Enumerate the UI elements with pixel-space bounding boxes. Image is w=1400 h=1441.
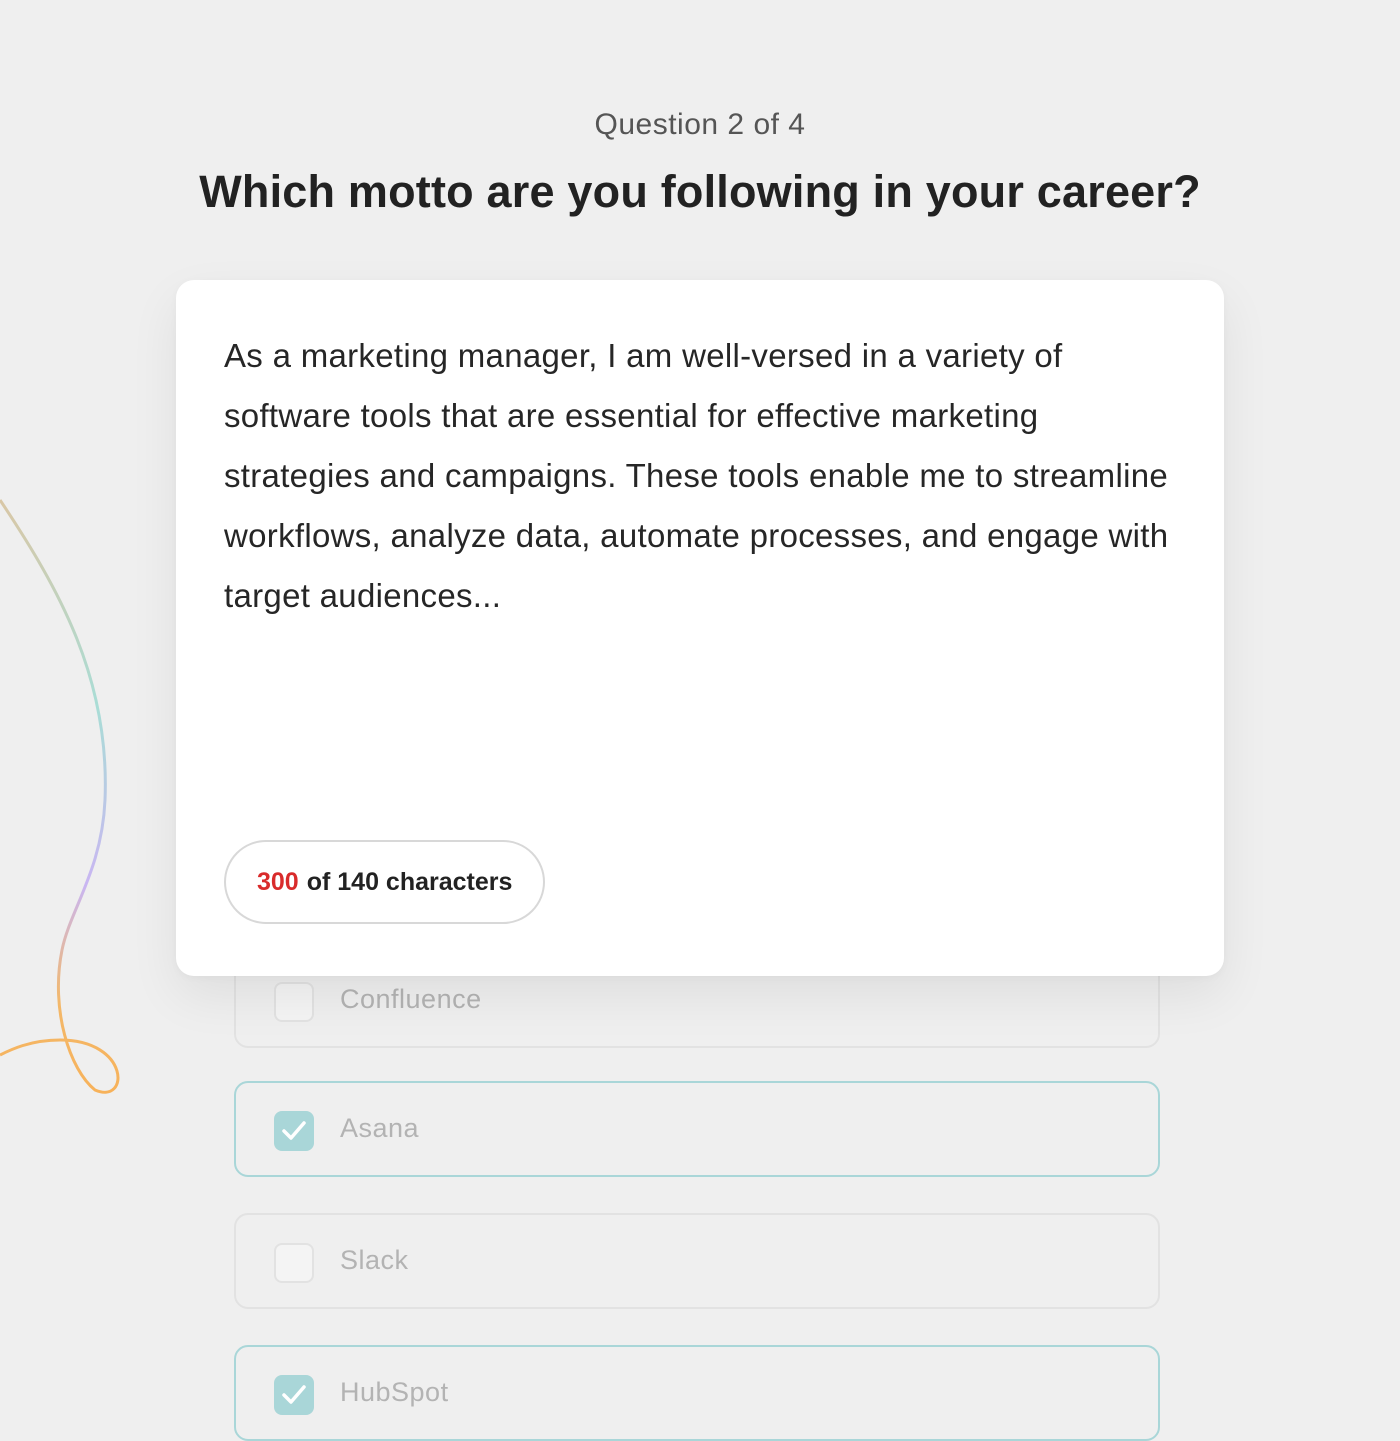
option-label: Confluence <box>340 984 482 1014</box>
character-count-badge: 300 of 140 characters <box>224 840 546 924</box>
option-slack[interactable]: Slack <box>234 1213 1160 1309</box>
question-counter: Question 2 of 4 <box>594 108 806 141</box>
checkbox-checked[interactable] <box>274 1375 314 1415</box>
answer-text[interactable]: As a marketing manager, I am well-versed… <box>224 326 1174 626</box>
option-label: Slack <box>340 1245 409 1275</box>
option-asana[interactable]: Asana <box>234 1081 1160 1177</box>
decorative-squiggle <box>0 499 120 1094</box>
checkbox-checked[interactable] <box>274 1111 314 1151</box>
checkbox[interactable] <box>274 982 314 1022</box>
character-limit-label: of 140 characters <box>306 867 513 896</box>
checkbox[interactable] <box>274 1243 314 1283</box>
option-label: HubSpot <box>340 1377 449 1407</box>
checkmark-icon <box>282 1121 306 1140</box>
checkmark-icon <box>282 1385 306 1404</box>
answer-card: As a marketing manager, I am well-versed… <box>176 280 1224 976</box>
option-label: Asana <box>340 1113 420 1143</box>
question-title: Which motto are you following in your ca… <box>199 166 1201 217</box>
option-hubspot[interactable]: HubSpot <box>234 1345 1160 1441</box>
character-count: 300 <box>257 867 299 896</box>
